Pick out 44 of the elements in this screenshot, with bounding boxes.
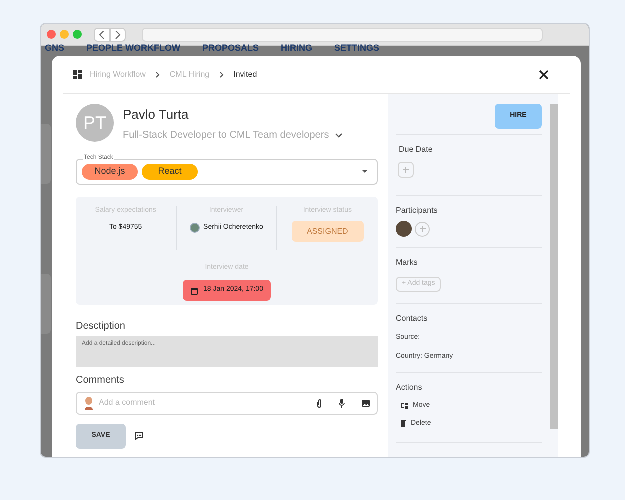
- tech-tag[interactable]: Node.js: [82, 164, 138, 180]
- nav-link[interactable]: PROPOSALS: [202, 44, 260, 53]
- section-title: Desctiption: [76, 320, 126, 334]
- nav-link[interactable]: HIRING: [281, 44, 313, 53]
- card-background: [41, 274, 51, 334]
- close-button[interactable]: [539, 70, 549, 80]
- user-avatar: [396, 221, 412, 237]
- chevron-down-icon: [335, 132, 344, 138]
- dashboard-icon: [73, 70, 82, 79]
- chat-icon[interactable]: [135, 432, 144, 440]
- section-title: Contacts: [396, 313, 429, 325]
- dropdown-arrow-icon[interactable]: [362, 170, 368, 173]
- section-title: Marks: [396, 257, 419, 269]
- image-icon[interactable]: [362, 400, 370, 406]
- nav-link[interactable]: SETTINGS: [334, 44, 380, 53]
- chevron-left-icon: [99, 30, 105, 38]
- candidate-name: Pavlo Turta: [123, 106, 190, 124]
- section-title: Participants: [396, 205, 439, 217]
- chevron-right-icon: [156, 72, 160, 78]
- section-title: Comments: [76, 374, 126, 388]
- chevron-right-icon: [115, 30, 121, 38]
- microphone-icon[interactable]: [339, 398, 345, 408]
- back-button[interactable]: [94, 28, 110, 42]
- attachment-icon[interactable]: [317, 398, 322, 408]
- section-title: Due Date: [398, 144, 434, 156]
- close-window-icon[interactable]: [47, 30, 56, 39]
- trash-icon: [401, 420, 406, 428]
- calendar-icon: [190, 286, 198, 294]
- chevron-right-icon: [220, 72, 224, 78]
- nav-link[interactable]: PEOPLE WORKFLOW: [86, 44, 181, 53]
- tech-tag[interactable]: React: [142, 164, 198, 180]
- position-label: Full-Stack Developer to CML Team developers: [123, 128, 330, 142]
- user-avatar: [190, 223, 200, 234]
- scrollbar[interactable]: [550, 104, 558, 429]
- move-icon: [401, 403, 408, 410]
- nav-link[interactable]: GNS: [45, 44, 65, 53]
- status-badge: ASSIGNED: [292, 221, 364, 242]
- plus-icon: [420, 226, 426, 232]
- user-avatar: [84, 396, 94, 410]
- card-background: [41, 124, 51, 184]
- section-title: Actions: [396, 382, 424, 394]
- plus-icon: [403, 167, 409, 173]
- forward-button[interactable]: [110, 28, 126, 42]
- avatar: PT: [76, 104, 114, 142]
